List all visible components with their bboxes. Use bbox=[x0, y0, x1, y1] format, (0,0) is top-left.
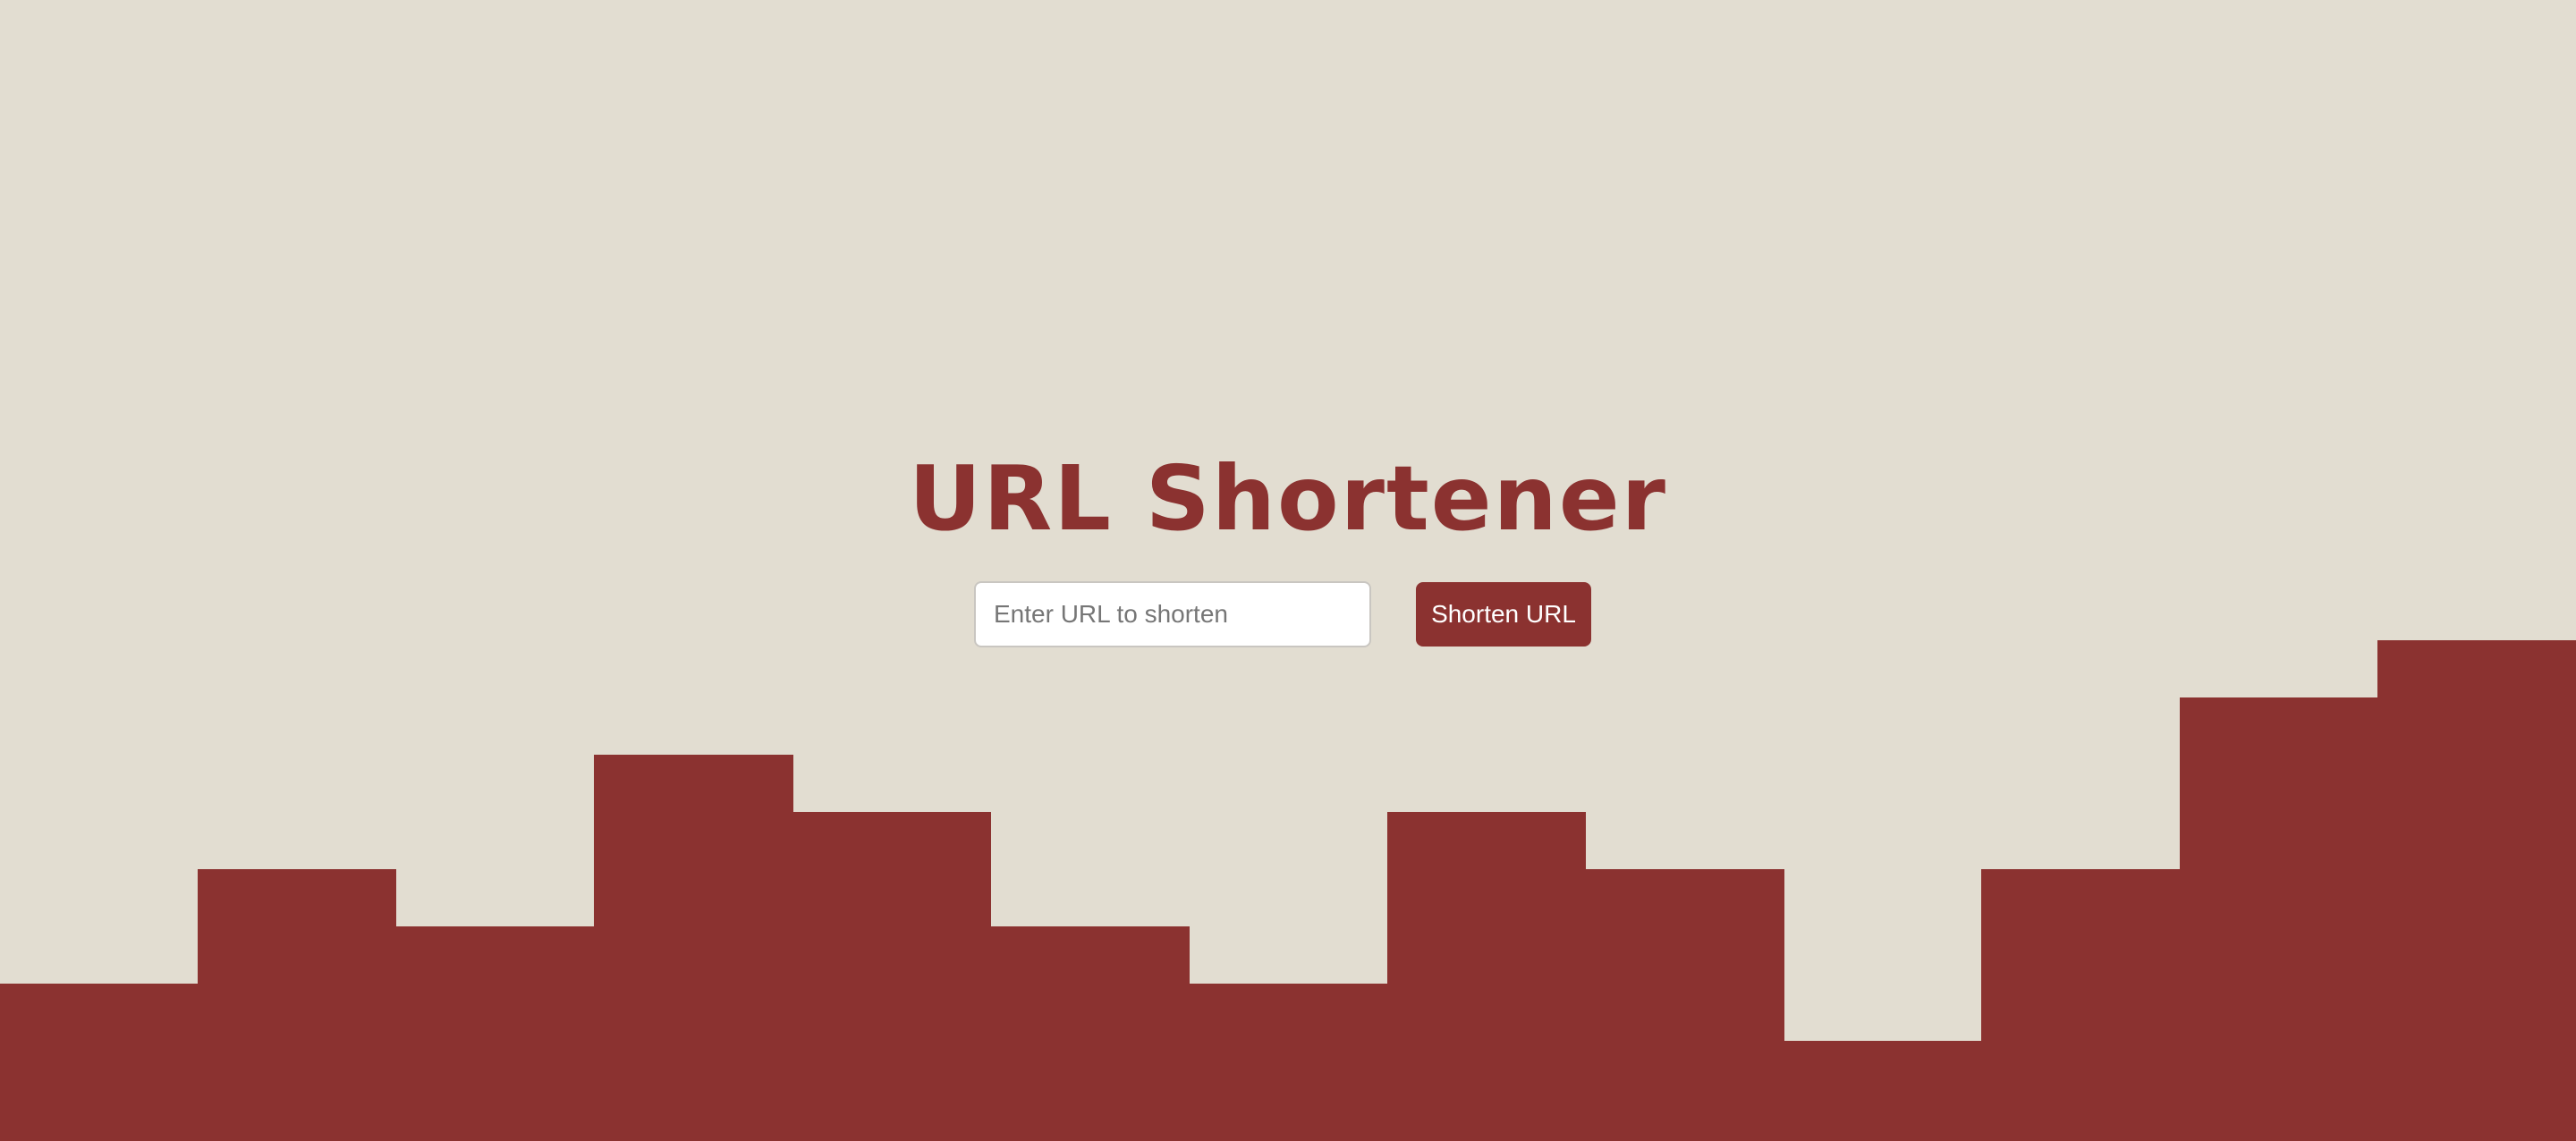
skyline-block bbox=[0, 984, 199, 1141]
page-title: URL Shortener bbox=[909, 446, 1667, 551]
skyline-block bbox=[395, 926, 595, 1141]
shorten-url-button[interactable]: Shorten URL bbox=[1416, 582, 1591, 647]
skyline-block bbox=[198, 869, 396, 1141]
skyline-block bbox=[594, 755, 793, 1141]
page: URL Shortener Shorten URL bbox=[0, 0, 2576, 1141]
skyline-block bbox=[2180, 697, 2378, 1141]
url-input[interactable] bbox=[974, 581, 1371, 647]
skyline-block bbox=[1784, 1041, 1982, 1141]
skyline-block bbox=[990, 926, 1190, 1141]
skyline-block bbox=[1981, 869, 2181, 1141]
main-content: URL Shortener Shorten URL bbox=[0, 427, 2576, 647]
shorten-form: Shorten URL bbox=[0, 581, 2576, 647]
skyline-block bbox=[1585, 869, 1784, 1141]
skyline-block bbox=[1387, 812, 1586, 1141]
skyline-block bbox=[2377, 640, 2576, 1141]
skyline-block bbox=[1189, 984, 1388, 1141]
skyline-block bbox=[792, 812, 991, 1141]
